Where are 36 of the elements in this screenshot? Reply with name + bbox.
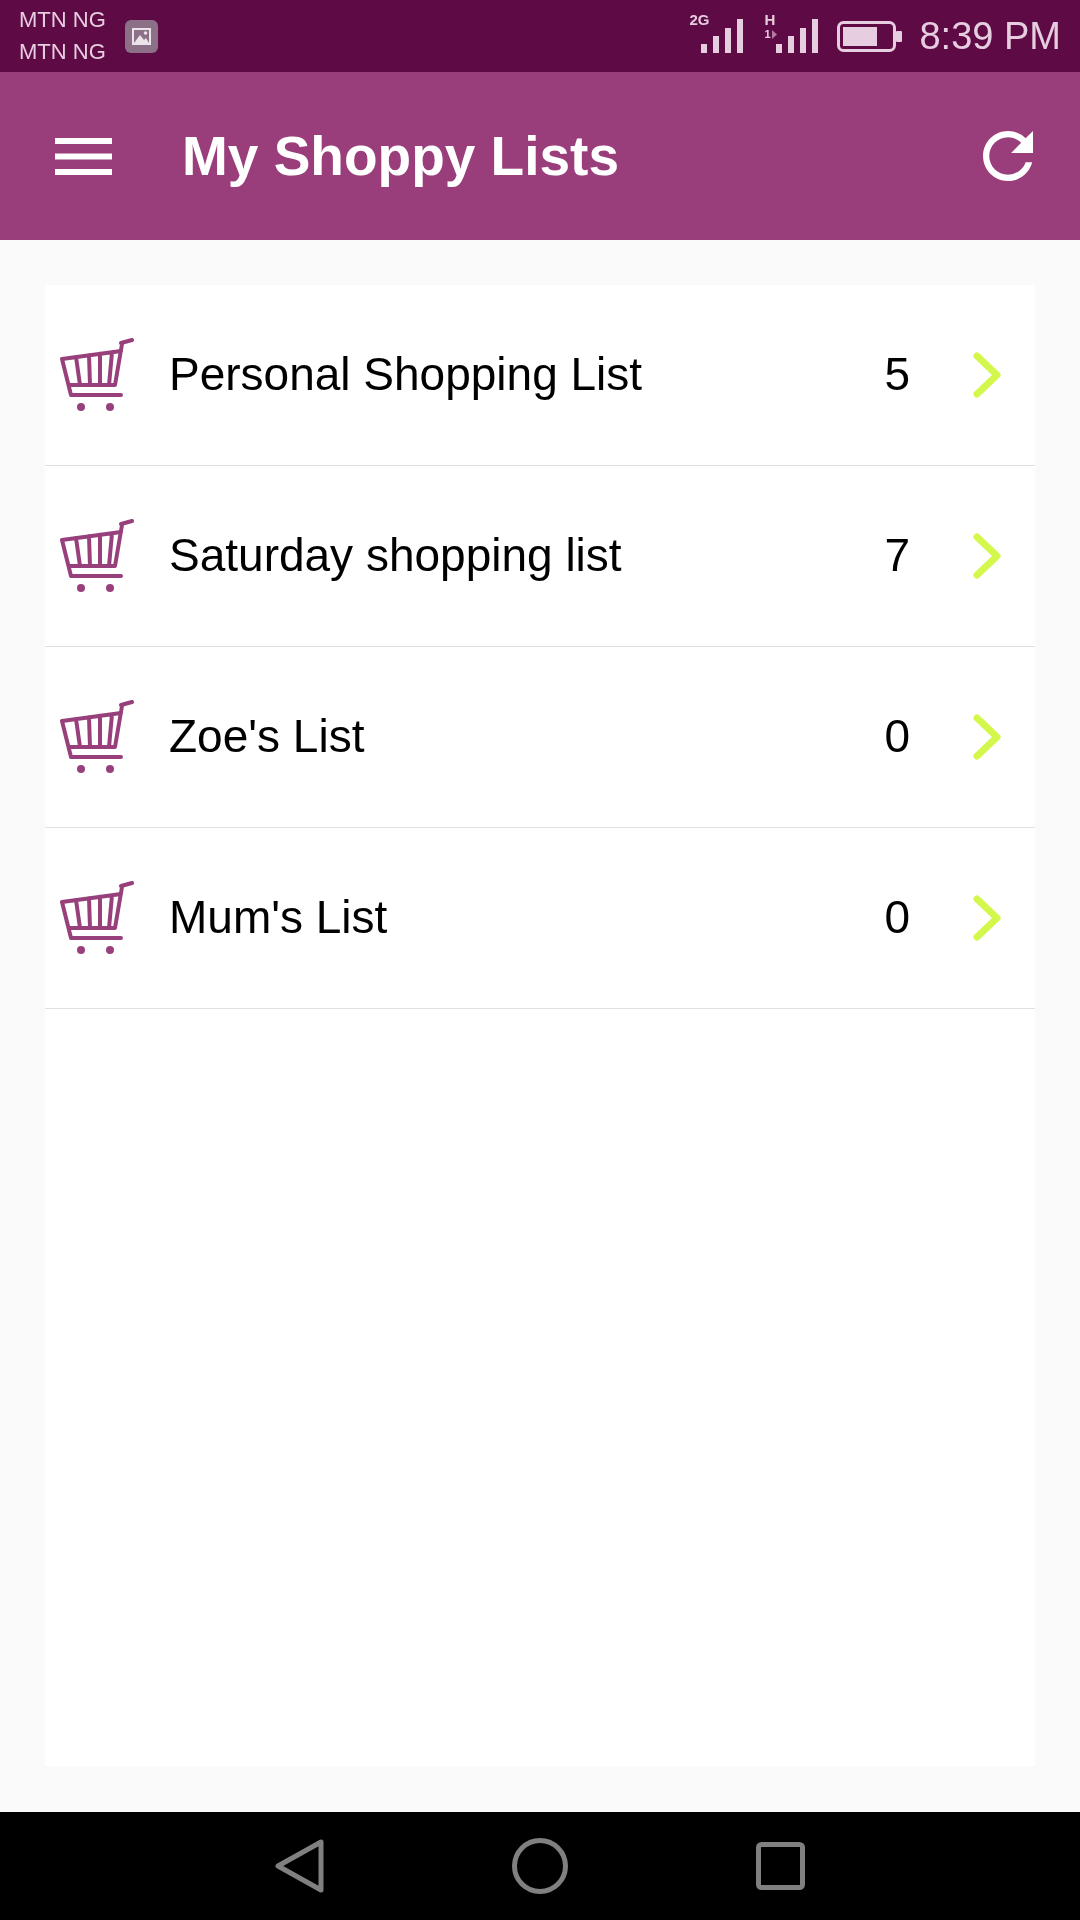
cart-icon: [60, 700, 134, 774]
item-count: 7: [884, 528, 910, 584]
home-icon[interactable]: [512, 1838, 568, 1894]
menu-icon[interactable]: [55, 137, 112, 175]
list-name: Saturday shopping list: [169, 528, 622, 584]
network-type-label: 2G: [689, 12, 710, 27]
recents-icon[interactable]: [756, 1842, 805, 1890]
list-row[interactable]: Saturday shopping list 7: [45, 466, 1035, 647]
list-name: Zoe's List: [169, 709, 365, 765]
signal-icon: [776, 19, 819, 53]
item-count: 0: [884, 890, 910, 946]
battery-icon: [837, 20, 903, 52]
cart-icon: [60, 519, 134, 593]
carrier-name: MTN NG: [19, 41, 106, 63]
app-title: My Shoppy Lists: [182, 124, 619, 189]
chevron-right-icon: [973, 533, 1001, 579]
chevron-right-icon: [973, 895, 1001, 941]
cart-icon: [60, 338, 134, 412]
image-icon: [124, 19, 158, 53]
list-name: Mum's List: [169, 890, 388, 946]
item-count: 5: [884, 347, 910, 403]
carrier-name: MTN NG: [19, 9, 106, 31]
network-type-label: H: [764, 12, 776, 27]
item-count: 0: [884, 709, 910, 765]
list-row[interactable]: Zoe's List 0: [45, 647, 1035, 828]
chevron-right-icon: [973, 352, 1001, 398]
cart-icon: [60, 881, 134, 955]
list-name: Personal Shopping List: [169, 347, 643, 403]
data-arrow-icon: [772, 30, 778, 39]
list-row[interactable]: Personal Shopping List 5: [45, 285, 1035, 466]
sim-number: 1: [764, 29, 771, 40]
refresh-icon[interactable]: [983, 131, 1033, 181]
clock-time: 8:39 PM: [919, 17, 1061, 55]
back-icon[interactable]: [275, 1839, 324, 1893]
list-row[interactable]: Mum's List 0: [45, 828, 1035, 1009]
chevron-right-icon: [973, 714, 1001, 760]
